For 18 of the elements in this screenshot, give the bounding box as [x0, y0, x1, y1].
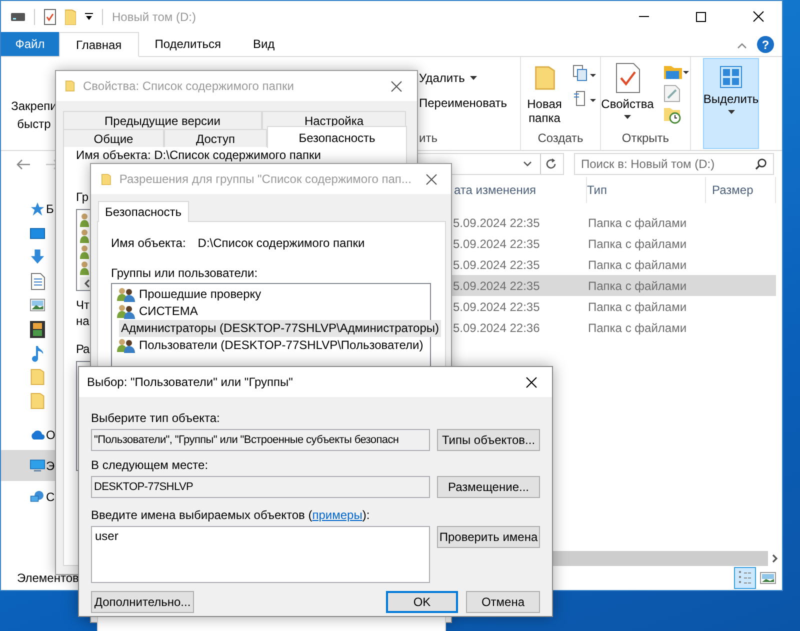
note-text: на — [76, 313, 90, 329]
field-label: Введите имена выбираемых объектов (примеры): — [91, 508, 371, 524]
object-name-text: Имя объекта: D:\Список содержимого папки — [76, 147, 322, 163]
object-name-label: Имя объекта: — [111, 236, 186, 250]
dialog-title: Свойства: Список содержимого папки — [83, 79, 294, 93]
permissions-label: Ра — [76, 341, 90, 357]
group-label: Создать — [538, 131, 584, 145]
group-label: Открыть — [622, 131, 670, 145]
object-name-value: D:\Список содержимого папки — [198, 236, 365, 250]
note-text: Чт — [76, 297, 90, 313]
field-label: Выберите тип объекта: — [91, 411, 221, 427]
status-text: Элементов — [17, 571, 79, 585]
groups-label: Гр — [76, 189, 88, 205]
field-label: В следующем месте: — [91, 458, 210, 474]
group-label: ить — [419, 131, 438, 145]
dialog-title: Выбор: "Пользователи" или "Группы" — [87, 375, 293, 389]
window-title: Новый том (D:) — [112, 10, 196, 24]
dialog-title: Разрешения для группы "Список содержимого пап... — [119, 172, 412, 186]
